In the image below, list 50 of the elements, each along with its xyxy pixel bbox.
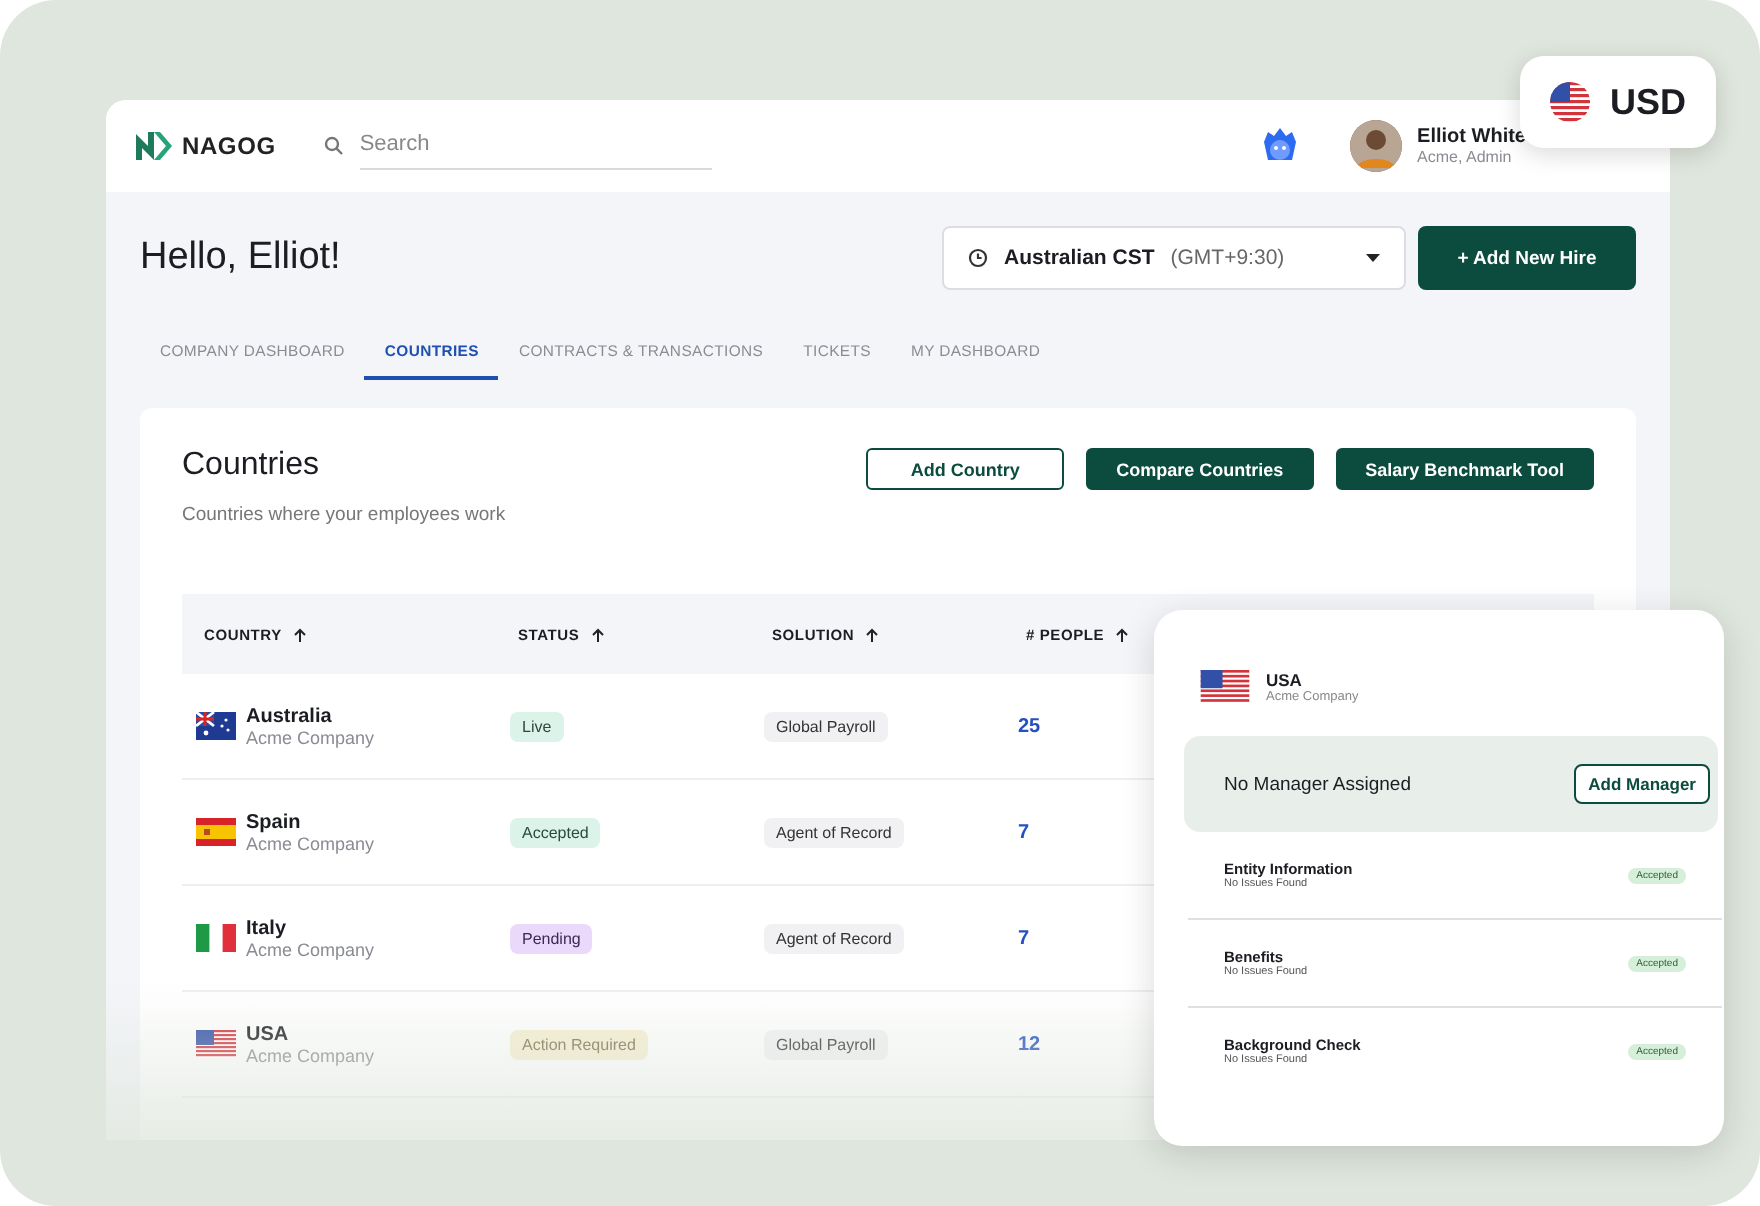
logo-text: NAGOG bbox=[182, 132, 276, 160]
solution-tag: Agent of Record bbox=[764, 923, 904, 953]
country-name: USA bbox=[246, 1023, 291, 1045]
solution-tag: Global Payroll bbox=[764, 711, 888, 741]
search-field[interactable]: Search bbox=[359, 123, 712, 169]
caret-icon bbox=[1366, 254, 1380, 262]
sort-arrow-icon bbox=[293, 627, 306, 641]
company-name: Acme Company bbox=[246, 939, 375, 959]
user-name: Elliot White bbox=[1417, 126, 1526, 148]
country-name: Australia bbox=[246, 705, 334, 727]
company-name: Acme Company bbox=[246, 1045, 375, 1065]
sort-arrow-icon bbox=[866, 627, 879, 641]
user-role: Acme, Admin bbox=[1417, 148, 1514, 166]
section-subtitle: Countries where your employees work bbox=[182, 504, 508, 526]
status-badge: Pending bbox=[510, 923, 593, 953]
sort-arrow-icon bbox=[591, 627, 604, 641]
flag-icon bbox=[196, 1030, 236, 1058]
sort-arrow-icon bbox=[1116, 627, 1129, 641]
solution-tag: Global Payroll bbox=[764, 1029, 888, 1059]
country-name: Italy bbox=[246, 917, 289, 939]
people-count[interactable]: 25 bbox=[1018, 715, 1041, 737]
status-badge: Live bbox=[510, 711, 564, 741]
country-name: USA bbox=[1266, 670, 1304, 690]
logo-icon bbox=[134, 130, 174, 162]
section-title: Countries bbox=[182, 448, 321, 484]
add-new-hire-button[interactable]: + Add New Hire bbox=[1418, 226, 1636, 290]
flag-icon bbox=[196, 712, 236, 740]
action-button[interactable]: Add Country bbox=[866, 448, 1065, 490]
flag-icon bbox=[196, 818, 236, 846]
people-count[interactable]: 12 bbox=[1018, 1033, 1041, 1055]
company-name: Acme Company bbox=[246, 727, 375, 747]
manager-status: No Manager Assigned bbox=[1224, 773, 1411, 795]
country-name: Spain bbox=[246, 811, 303, 833]
status-badge: Action Required bbox=[510, 1029, 648, 1059]
action-button[interactable]: Salary Benchmark Tool bbox=[1335, 448, 1594, 490]
action-button[interactable]: Compare Countries bbox=[1086, 448, 1314, 490]
people-count[interactable]: 7 bbox=[1018, 821, 1030, 843]
timezone-select[interactable]: Australian CST (GMT+9:30) bbox=[942, 226, 1406, 290]
flag-icon bbox=[1549, 82, 1590, 122]
people-count[interactable]: 7 bbox=[1018, 927, 1030, 949]
status-badge: Accepted bbox=[510, 817, 601, 847]
solution-tag: Agent of Record bbox=[764, 817, 904, 847]
search-icon bbox=[323, 136, 344, 156]
greeting: Hello, Elliot! bbox=[140, 236, 343, 280]
add-manager-button[interactable]: Add Manager bbox=[1574, 764, 1710, 804]
company-name: Acme Company bbox=[246, 833, 375, 853]
clock-icon bbox=[968, 248, 988, 268]
flag-icon bbox=[1200, 670, 1250, 704]
avatar[interactable] bbox=[1349, 120, 1402, 172]
flag-icon bbox=[196, 924, 236, 952]
